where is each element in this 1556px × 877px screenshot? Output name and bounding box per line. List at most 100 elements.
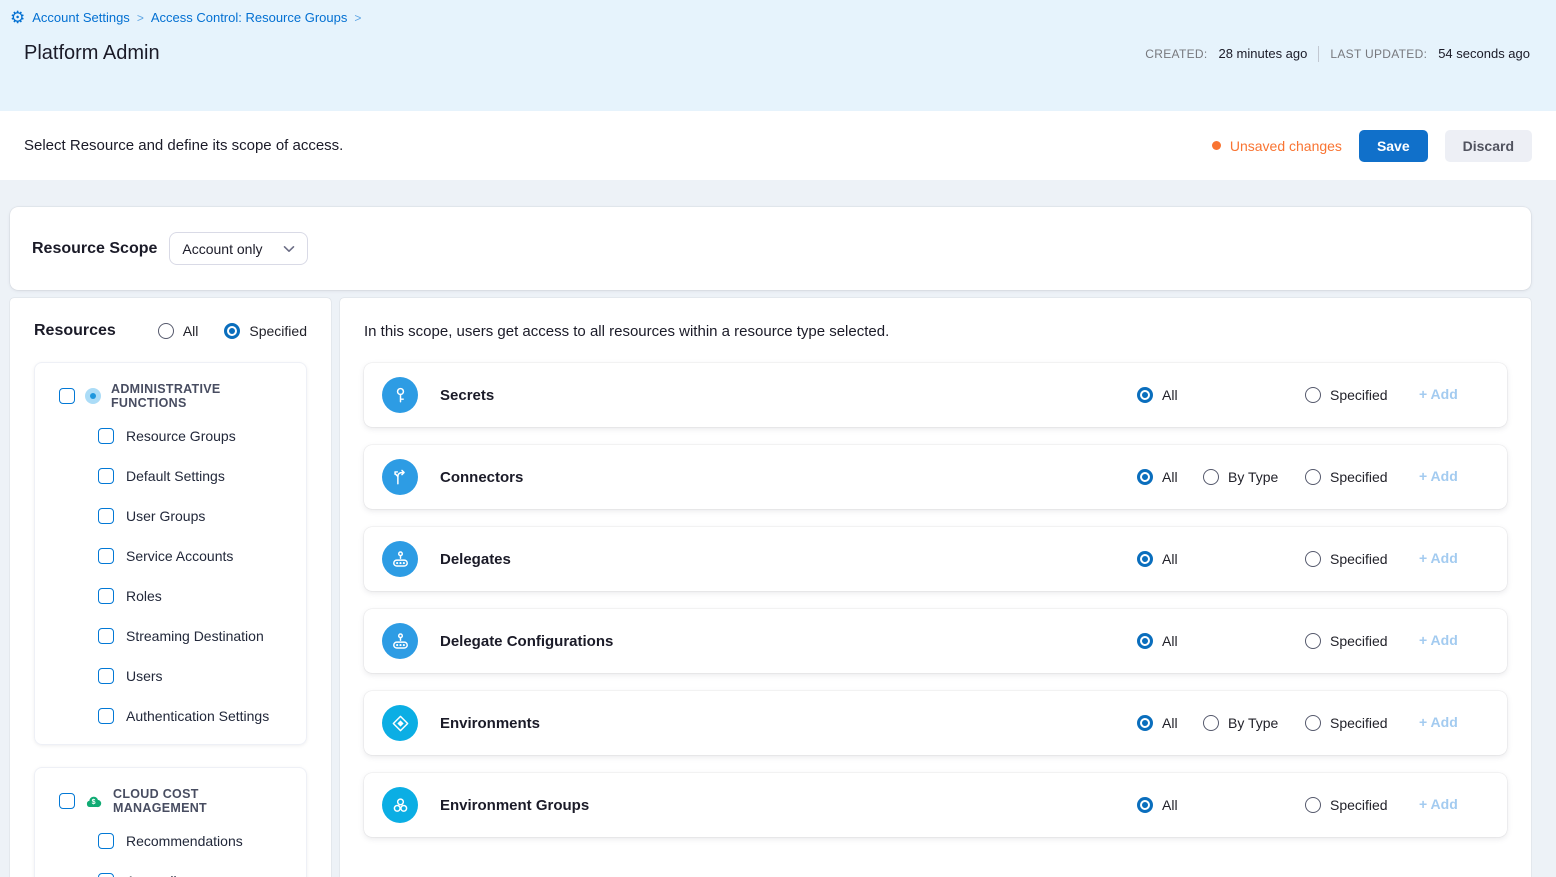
radio-specified[interactable]: Specified xyxy=(1305,551,1419,567)
timestamps: CREATED: 28 minutes ago LAST UPDATED: 54… xyxy=(1145,46,1530,62)
resource-scope-card: Resource Scope Account only xyxy=(10,207,1531,290)
radio-label: All xyxy=(1162,469,1178,485)
add-button[interactable]: + Add xyxy=(1419,468,1458,484)
radio-label: By Type xyxy=(1228,469,1278,485)
resource-checkbox[interactable] xyxy=(98,548,114,564)
breadcrumb-resource-groups[interactable]: Access Control: Resource Groups xyxy=(151,10,348,25)
resource-list-item: Users xyxy=(98,656,294,696)
radio-specified[interactable]: Specified xyxy=(1305,469,1419,485)
unsaved-changes-label: Unsaved changes xyxy=(1230,138,1342,154)
radio-all[interactable]: All xyxy=(1137,633,1203,649)
page-header: ⚙ Account Settings Access Control: Resou… xyxy=(0,0,1556,111)
radio-specified[interactable]: Specified xyxy=(1305,797,1419,813)
radio-icon xyxy=(1137,387,1153,403)
resource-list-item: Anomalies xyxy=(98,861,294,877)
key-icon xyxy=(382,377,418,413)
radio-icon xyxy=(1137,715,1153,731)
radio-all[interactable]: All xyxy=(1137,387,1203,403)
resource-checkbox[interactable] xyxy=(98,588,114,604)
action-toolbar: Select Resource and define its scope of … xyxy=(0,111,1556,180)
radio-specified[interactable]: Specified xyxy=(1305,715,1419,731)
resource-checkbox[interactable] xyxy=(98,508,114,524)
add-button[interactable]: + Add xyxy=(1419,550,1458,566)
radio-specified[interactable]: Specified xyxy=(1305,387,1419,403)
resource-types-panel: In this scope, users get access to all r… xyxy=(340,298,1531,877)
radio-icon xyxy=(1305,797,1321,813)
radio-specified[interactable]: Specified xyxy=(1305,633,1419,649)
radio-all[interactable]: All xyxy=(1137,551,1203,567)
resource-type-name: Secrets xyxy=(440,387,494,404)
resource-type-name: Delegates xyxy=(440,551,511,568)
content-area: Resource Scope Account only Resources Al… xyxy=(0,180,1556,877)
divider xyxy=(1318,46,1319,62)
add-button[interactable]: + Add xyxy=(1419,386,1458,402)
resource-checkbox[interactable] xyxy=(98,873,114,877)
radio-label: Specified xyxy=(249,323,307,339)
resource-label: Service Accounts xyxy=(126,548,233,564)
resource-type-row: Environment Groups AllSpecified+ Add xyxy=(364,773,1507,837)
radio-icon xyxy=(1305,469,1321,485)
resource-type-row: Delegate Configurations All Specified+ Ad… xyxy=(364,609,1507,673)
resource-checkbox[interactable] xyxy=(98,468,114,484)
radio-label: By Type xyxy=(1228,715,1278,731)
resource-label: Roles xyxy=(126,588,162,604)
unsaved-dot-icon xyxy=(1212,141,1221,150)
resource-category-card: $ CLOUD COST MANAGEMENT Recommendations … xyxy=(34,767,307,877)
category-checkbox[interactable] xyxy=(59,793,75,809)
radio-label: All xyxy=(183,323,199,339)
category-label: CLOUD COST MANAGEMENT xyxy=(113,787,294,815)
resource-type-name: Environments xyxy=(440,715,540,732)
radio-by-type[interactable]: By Type xyxy=(1203,469,1305,485)
radio-all[interactable]: All xyxy=(1137,797,1203,813)
resource-list-item: Streaming Destination xyxy=(98,616,294,656)
radio-icon xyxy=(1305,715,1321,731)
radio-label: Specified xyxy=(1330,469,1388,485)
radio-icon xyxy=(1137,551,1153,567)
radio-all[interactable]: All xyxy=(1137,469,1203,485)
breadcrumb-account-settings[interactable]: Account Settings xyxy=(32,10,130,25)
resource-checkbox[interactable] xyxy=(98,428,114,444)
resource-checkbox[interactable] xyxy=(98,833,114,849)
radio-all[interactable]: All xyxy=(158,323,199,339)
radio-label: All xyxy=(1162,633,1178,649)
category-checkbox[interactable] xyxy=(59,388,75,404)
radio-icon xyxy=(224,323,240,339)
add-button[interactable]: + Add xyxy=(1419,632,1458,648)
radio-all[interactable]: All xyxy=(1137,715,1203,731)
environments-icon xyxy=(382,705,418,741)
radio-label: All xyxy=(1162,715,1178,731)
resource-label: Streaming Destination xyxy=(126,628,264,644)
resource-type-row: Secrets All Specified + Add xyxy=(364,363,1507,427)
resource-category-card: ADMINISTRATIVE FUNCTIONS Resource Groups… xyxy=(34,362,307,745)
gear-icon: ⚙ xyxy=(10,9,25,26)
page: ⚙ Account Settings Access Control: Resou… xyxy=(0,0,1556,877)
resource-scope-select[interactable]: Account only xyxy=(169,232,307,265)
radio-label: Specified xyxy=(1330,797,1388,813)
radio-icon xyxy=(1137,469,1153,485)
radio-icon xyxy=(1203,715,1219,731)
resource-scope-selected-value: Account only xyxy=(182,241,262,257)
created-value: 28 minutes ago xyxy=(1218,46,1307,61)
resource-checkbox[interactable] xyxy=(98,708,114,724)
discard-button[interactable]: Discard xyxy=(1445,130,1532,162)
save-button[interactable]: Save xyxy=(1359,130,1428,162)
resource-list-item: Authentication Settings xyxy=(98,696,294,736)
resource-checkbox[interactable] xyxy=(98,668,114,684)
radio-by-type[interactable]: By Type xyxy=(1203,715,1305,731)
chevron-right-icon xyxy=(354,11,361,25)
add-button[interactable]: + Add xyxy=(1419,714,1458,730)
svg-text:$: $ xyxy=(92,799,96,806)
breadcrumb: ⚙ Account Settings Access Control: Resou… xyxy=(0,9,1556,26)
radio-specified[interactable]: Specified xyxy=(224,323,307,339)
admin-functions-icon xyxy=(85,388,101,404)
resource-type-name: Connectors xyxy=(440,469,523,486)
resource-list-item: Recommendations xyxy=(98,821,294,861)
delegate-configurations-icon xyxy=(382,623,418,659)
add-button[interactable]: + Add xyxy=(1419,796,1458,812)
resource-type-name: Delegate Configurations xyxy=(440,633,613,650)
category-label: ADMINISTRATIVE FUNCTIONS xyxy=(111,382,294,410)
resource-checkbox[interactable] xyxy=(98,628,114,644)
cloud-cost-icon: $ xyxy=(85,794,103,809)
radio-label: Specified xyxy=(1330,387,1388,403)
radio-icon xyxy=(1305,551,1321,567)
